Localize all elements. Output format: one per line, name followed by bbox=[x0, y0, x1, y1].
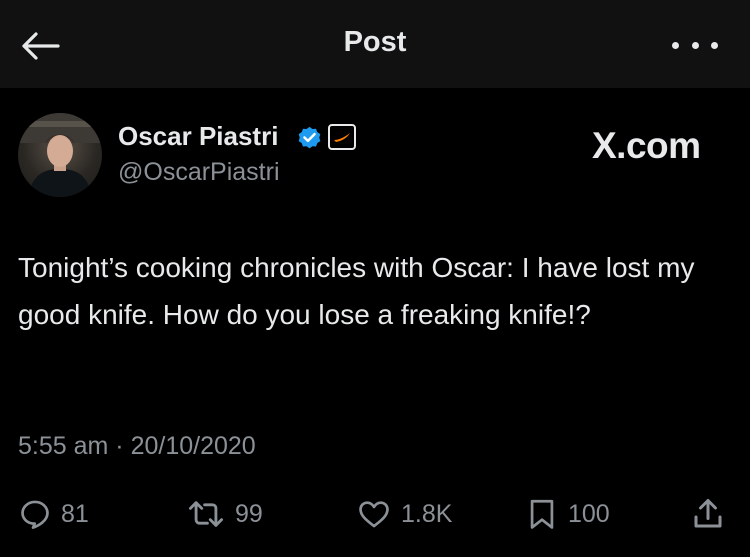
repost-count: 99 bbox=[235, 499, 263, 528]
mclaren-logo-icon[interactable] bbox=[328, 124, 356, 150]
share-icon bbox=[690, 496, 726, 532]
reply-icon bbox=[18, 497, 52, 531]
share-button[interactable] bbox=[690, 497, 726, 531]
author-handle[interactable]: @OscarPiastri bbox=[118, 158, 280, 187]
verified-badge-icon[interactable] bbox=[296, 124, 323, 151]
repost-button[interactable]: 99 bbox=[186, 497, 263, 531]
reply-button[interactable]: 81 bbox=[18, 497, 89, 531]
more-dot bbox=[711, 41, 718, 49]
top-bar: Post bbox=[0, 0, 750, 88]
repost-icon bbox=[186, 497, 226, 531]
reply-count: 81 bbox=[61, 499, 89, 528]
author-name[interactable]: Oscar Piastri bbox=[118, 121, 278, 152]
bookmark-count: 100 bbox=[568, 499, 610, 528]
page-title: Post bbox=[343, 26, 407, 58]
tweet-text: Tonight’s cooking chronicles with Oscar:… bbox=[18, 252, 695, 330]
tweet-date: 20/10/2020 bbox=[130, 432, 256, 460]
avatar[interactable] bbox=[18, 113, 102, 197]
like-count: 1.8K bbox=[401, 499, 453, 528]
more-dot bbox=[691, 41, 699, 49]
bookmark-icon bbox=[525, 497, 559, 531]
tweet-timestamp[interactable]: 5:55 am · 20/10/2020 bbox=[18, 432, 256, 461]
tweet-time: 5:55 am bbox=[18, 432, 109, 460]
more-horizontal-icon bbox=[672, 41, 679, 49]
more-options-button[interactable] bbox=[672, 30, 718, 60]
watermark: X.com bbox=[592, 125, 701, 166]
like-button[interactable]: 1.8K bbox=[356, 497, 452, 531]
heart-icon bbox=[356, 497, 392, 531]
bookmark-button[interactable]: 100 bbox=[525, 497, 610, 531]
meta-separator: · bbox=[115, 432, 124, 460]
